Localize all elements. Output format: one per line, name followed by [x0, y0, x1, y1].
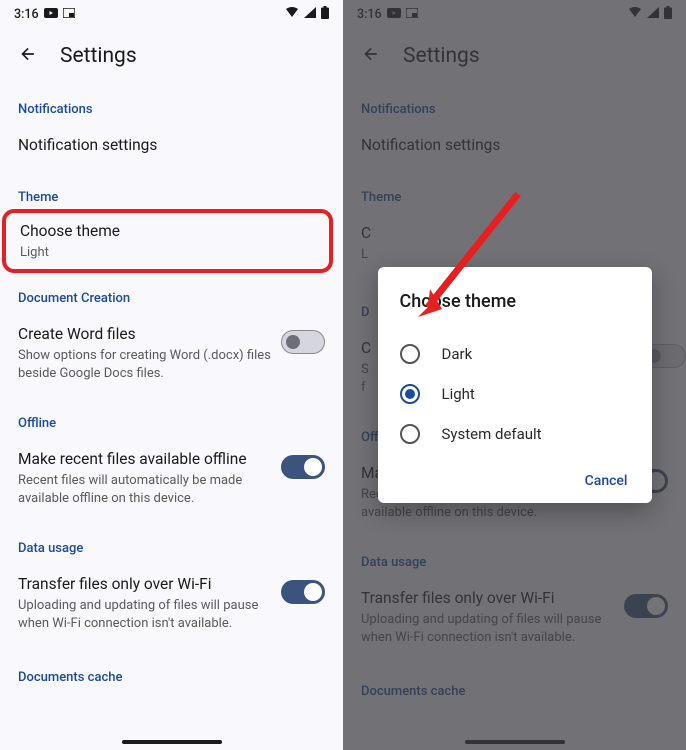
section-doc-cache: Documents cache	[0, 644, 343, 693]
back-icon[interactable]	[18, 44, 38, 68]
row-subtitle: Uploading and updating of files will pau…	[18, 597, 271, 632]
row-wifi-only[interactable]: Transfer files only over Wi-Fi Uploading…	[0, 564, 343, 644]
annotation-arrow-icon	[408, 189, 528, 329]
toggle-wifi-only[interactable]	[281, 580, 325, 604]
phone-left: 3:16 Settings Notifications Notification…	[0, 0, 343, 750]
theme-dialog: Choose theme Dark Light System default C…	[378, 267, 652, 503]
row-subtitle: Recent files will automatically be made …	[18, 472, 271, 507]
cancel-button[interactable]: Cancel	[583, 467, 630, 495]
wifi-icon	[285, 7, 299, 22]
toggle-create-word[interactable]	[281, 330, 325, 354]
row-title: Create Word files	[18, 324, 271, 345]
row-title: Notification settings	[18, 135, 325, 156]
signal-icon	[304, 7, 316, 22]
phone-right: 3:16 Settings Notifications Notification…	[343, 0, 686, 750]
radio-label: Light	[442, 385, 475, 403]
toggle-offline[interactable]	[281, 455, 325, 479]
row-choose-theme[interactable]: Choose theme Light	[20, 221, 315, 261]
pip-icon	[63, 7, 75, 22]
row-notification-settings[interactable]: Notification settings	[0, 125, 343, 168]
section-notifications: Notifications	[0, 80, 343, 125]
page-title: Settings	[60, 44, 137, 68]
radio-icon	[400, 344, 420, 364]
row-title: Make recent files available offline	[18, 449, 271, 470]
row-title: Transfer files only over Wi-Fi	[18, 574, 271, 595]
radio-label: Dark	[442, 345, 473, 363]
modal-overlay[interactable]: Choose theme Dark Light System default C…	[343, 0, 686, 750]
radio-option-light[interactable]: Light	[400, 374, 630, 414]
section-offline: Offline	[0, 394, 343, 439]
row-create-word[interactable]: Create Word files Show options for creat…	[0, 314, 343, 394]
radio-icon	[400, 424, 420, 444]
section-doc-creation: Document Creation	[0, 269, 343, 314]
status-time: 3:16	[14, 7, 39, 22]
row-subtitle: Light	[20, 244, 315, 262]
battery-icon	[321, 6, 329, 23]
youtube-icon	[44, 7, 58, 22]
app-bar: Settings	[0, 28, 343, 80]
row-title: Choose theme	[20, 221, 315, 242]
radio-option-system[interactable]: System default	[400, 414, 630, 454]
highlight-box: Choose theme Light	[2, 209, 333, 273]
radio-label: System default	[442, 425, 542, 443]
nav-bar-handle[interactable]	[122, 740, 222, 744]
section-data-usage: Data usage	[0, 519, 343, 564]
status-bar: 3:16	[0, 0, 343, 28]
row-offline[interactable]: Make recent files available offline Rece…	[0, 439, 343, 519]
radio-option-dark[interactable]: Dark	[400, 334, 630, 374]
section-theme: Theme	[0, 168, 343, 213]
radio-icon-checked	[400, 384, 420, 404]
row-subtitle: Show options for creating Word (.docx) f…	[18, 347, 271, 382]
